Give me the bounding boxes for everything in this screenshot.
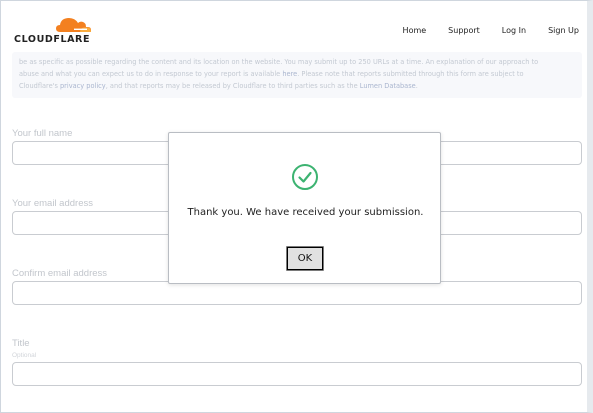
check-circle-icon	[292, 164, 318, 190]
dialog-message: Thank you. We have received your submiss…	[187, 207, 424, 218]
ok-button[interactable]: OK	[286, 246, 324, 271]
confirmation-dialog: Thank you. We have received your submiss…	[168, 132, 441, 284]
